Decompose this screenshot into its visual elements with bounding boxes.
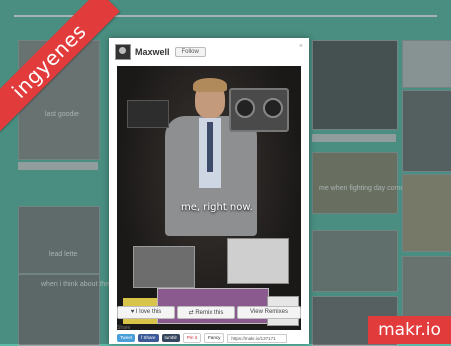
modal-header: Maxwell Follow	[115, 44, 206, 60]
share-url-field[interactable]: https://makr.io/137171	[227, 333, 288, 343]
photo-gear	[227, 238, 289, 284]
remix-button[interactable]: ⇄ Remix this	[177, 306, 235, 319]
makr-brand-badge[interactable]: makr.io	[368, 316, 451, 344]
photo-speaker	[235, 98, 255, 118]
avatar[interactable]	[115, 44, 131, 60]
share-row: Tweet f Share tumblr Pin it Fancy https:…	[117, 333, 288, 343]
pin-modal: × Maxwell Follow me, right now. ♥ I love…	[109, 38, 309, 344]
fancy-button[interactable]: Fancy	[204, 333, 225, 343]
view-remixes-button[interactable]: View Remixes	[237, 306, 301, 319]
close-icon[interactable]: ×	[299, 43, 303, 50]
share-label: Share	[117, 325, 131, 331]
meme-caption: me, right now.	[181, 202, 253, 213]
username[interactable]: Maxwell	[135, 47, 170, 57]
photo-gear	[133, 246, 195, 288]
photo-camera	[127, 100, 169, 128]
tweet-button[interactable]: Tweet	[117, 334, 136, 342]
follow-button[interactable]: Follow	[174, 47, 206, 57]
photo-boombox	[229, 88, 289, 132]
action-bar: ♥ I love this ⇄ Remix this View Remixes	[117, 306, 301, 319]
photo-figure	[193, 78, 227, 92]
photo-figure	[207, 122, 213, 172]
love-button[interactable]: ♥ I love this	[117, 306, 175, 319]
pinterest-button[interactable]: Pin it	[183, 333, 202, 343]
photo-speaker	[263, 98, 283, 118]
meme-image: me, right now.	[117, 66, 301, 330]
facebook-share-button[interactable]: f Share	[138, 334, 159, 342]
tumblr-button[interactable]: tumblr	[161, 334, 181, 342]
